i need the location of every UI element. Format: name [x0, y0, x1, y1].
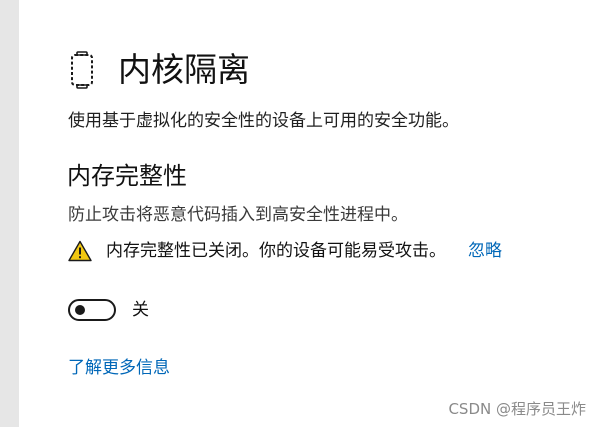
dismiss-warning-link[interactable]: 忽略 [468, 238, 502, 264]
watermark-text: CSDN @程序员王炸 [448, 400, 586, 418]
memory-integrity-title: 内存完整性 [67, 162, 187, 190]
memory-integrity-warning: 内存完整性已关闭。你的设备可能易受攻击。 忽略 [68, 236, 502, 266]
learn-more-link[interactable]: 了解更多信息 [68, 355, 170, 381]
toggle-knob [75, 305, 85, 315]
core-isolation-page: 内核隔离 使用基于虚拟化的安全性的设备上可用的安全功能。 内存完整性 防止攻击将… [19, 0, 600, 427]
page-header: 内核隔离 [68, 46, 250, 94]
toggle-state-label: 关 [132, 300, 149, 320]
warning-text: 内存完整性已关闭。你的设备可能易受攻击。 [106, 241, 446, 261]
memory-integrity-description: 防止攻击将恶意代码插入到高安全性进程中。 [68, 205, 408, 225]
memory-integrity-toggle-row: 关 [68, 296, 149, 324]
warning-icon [68, 240, 92, 262]
core-isolation-icon [68, 51, 96, 89]
page-description: 使用基于虚拟化的安全性的设备上可用的安全功能。 [68, 111, 459, 131]
page-title: 内核隔离 [118, 50, 250, 89]
memory-integrity-toggle[interactable] [68, 299, 116, 321]
left-navigation-strip [0, 0, 19, 427]
